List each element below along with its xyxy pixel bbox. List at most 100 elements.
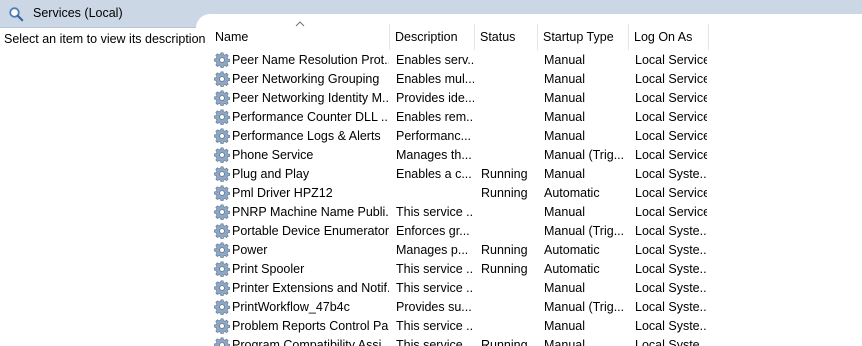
service-row[interactable]: Print Spooler This service ... Running Auto… [206,260,862,279]
gear-icon [214,90,230,107]
service-startup-type: Manual [544,281,585,295]
service-startup-type: Manual (Trig... [544,148,625,162]
service-row[interactable]: Performance Logs & Alerts Performanc... Ma… [206,127,862,146]
gear-icon [214,299,230,316]
service-row[interactable]: Peer Networking Identity M... Provides id… [206,89,862,108]
service-startup-type: Manual [544,319,585,333]
service-status: Running [481,167,528,181]
service-name: Printer Extensions and Notif... [232,281,389,295]
service-status: Running [481,338,528,346]
service-status: Running [481,262,528,276]
service-name: Problem Reports Control Pa... [232,319,389,333]
service-status [481,279,537,298]
service-row[interactable]: Pml Driver HPZ12 Running Automatic Local Se… [206,184,862,203]
service-log-on-as: Local Syste... [635,167,707,181]
service-row[interactable]: Problem Reports Control Pa... This servic… [206,317,862,336]
service-row[interactable]: Program Compatibility Assi... This servic… [206,336,862,346]
service-row[interactable]: Printer Extensions and Notif... This serv… [206,279,862,298]
service-startup-type: Manual [544,205,585,219]
gear-icon [214,128,230,145]
service-row[interactable]: Peer Name Resolution Prot... Enables serv… [206,51,862,70]
gear-icon [214,185,230,202]
gear-icon [214,166,230,183]
service-log-on-as: Local Service [635,53,707,67]
service-description: Enforces gr... [396,224,470,238]
gear-icon [214,337,230,346]
service-description: Manages th... [396,148,472,162]
service-status [481,127,537,146]
service-row[interactable]: Peer Networking Grouping Enables mul... Ma… [206,70,862,89]
service-name: Phone Service [232,148,314,162]
service-startup-type: Manual [544,110,585,124]
service-name: Program Compatibility Assi... [232,338,389,346]
service-description: Enables mul... [396,72,474,86]
service-row[interactable]: Portable Device Enumerator... Enforces gr… [206,222,862,241]
service-startup-type: Manual (Trig... [544,224,625,238]
service-row[interactable]: PrintWorkflow_47b4c Provides su... Manual … [206,298,862,317]
column-header-log-on-as[interactable]: Log On As [629,24,709,50]
service-startup-type: Automatic [544,243,600,257]
column-header-startup-type[interactable]: Startup Type [538,24,629,50]
service-startup-type: Manual [544,167,585,181]
service-name: Peer Networking Identity M... [232,91,389,105]
service-description: This service ... [396,281,474,295]
service-name: PNRP Machine Name Publi... [232,205,389,219]
service-status [481,317,537,336]
service-description: Enables rem... [396,110,474,124]
service-name: Plug and Play [232,167,310,181]
column-header-status[interactable]: Status [475,24,538,50]
service-startup-type: Manual [544,72,585,86]
service-startup-type: Automatic [544,262,600,276]
service-status [481,203,537,222]
service-description: This service ... [396,262,474,276]
service-row[interactable]: Plug and Play Enables a c... Running Manual… [206,165,862,184]
service-row[interactable]: PNRP Machine Name Publi... This service .… [206,203,862,222]
service-name: Portable Device Enumerator... [232,224,389,238]
gear-icon [214,318,230,335]
service-name: Power [232,243,268,257]
service-status: Running [481,243,528,257]
gear-icon [214,109,230,126]
service-name: Performance Counter DLL ... [232,110,389,124]
service-log-on-as: Local Syste... [635,319,707,333]
service-status [481,89,537,108]
service-row[interactable]: Power Manages p... Running Automatic Local S… [206,241,862,260]
column-header-row: Name Description Status Startup Type Log… [206,24,862,50]
gear-icon [214,147,230,164]
service-log-on-as: Local Syste... [635,224,707,238]
column-header-name[interactable]: Name [210,24,390,50]
gear-icon [214,52,230,69]
service-startup-type: Manual [544,338,585,346]
service-name: Peer Name Resolution Prot... [232,53,389,67]
service-startup-type: Manual [544,53,585,67]
service-status [481,222,537,241]
service-status [481,298,537,317]
service-startup-type: Manual [544,91,585,105]
service-name: Peer Networking Grouping [232,72,380,86]
column-header-description[interactable]: Description [390,24,475,50]
description-pane: Select an item to view its description. [0,28,209,346]
service-log-on-as: Local Service [635,72,707,86]
service-status [481,108,537,127]
gear-icon [214,204,230,221]
gear-icon [214,223,230,240]
service-row[interactable]: Performance Counter DLL ... Enables rem..… [206,108,862,127]
service-description: Provides ide... [396,91,474,105]
service-log-on-as: Local Syste... [635,300,707,314]
service-status [481,70,537,89]
gear-icon [214,280,230,297]
service-description: Provides su... [396,300,472,314]
service-description [396,184,474,203]
service-status [481,51,537,70]
service-name: Pml Driver HPZ12 [232,186,333,200]
service-description: Enables a c... [396,167,472,181]
service-log-on-as: Local Service [635,205,707,219]
services-list: Name Description Status Startup Type Log… [206,14,862,346]
service-description: This service ... [396,338,474,346]
service-status [481,146,537,165]
service-log-on-as: Local Syste... [635,338,707,346]
service-description: This service ... [396,205,474,219]
service-row[interactable]: Phone Service Manages th... Manual (Trig..… [206,146,862,165]
service-log-on-as: Local Syste... [635,243,707,257]
service-description: This service ... [396,319,474,333]
